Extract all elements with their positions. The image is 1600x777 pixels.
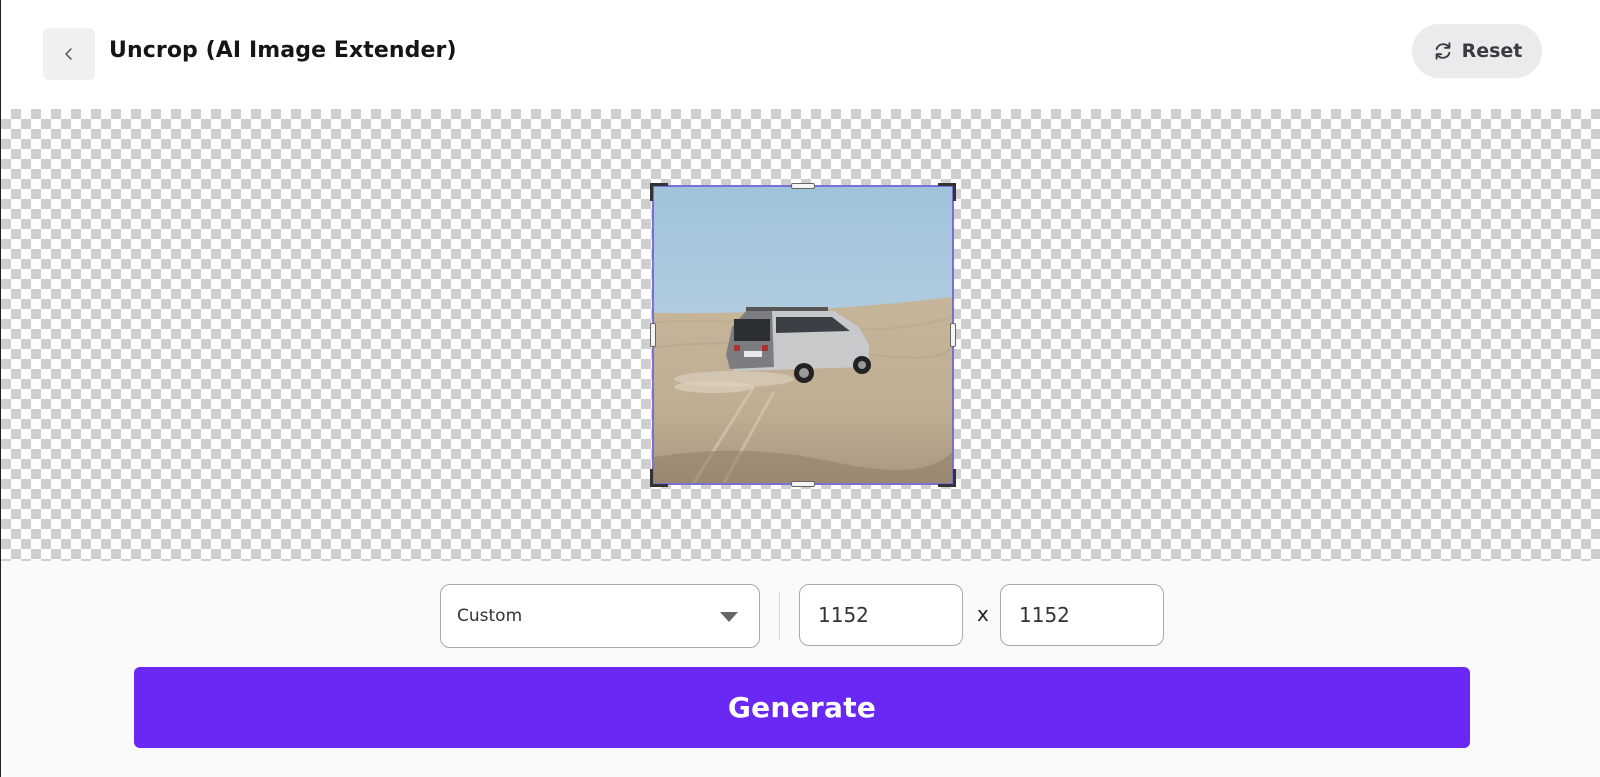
resize-handle-bottom-left[interactable] (650, 469, 668, 487)
generate-label: Generate (727, 691, 877, 724)
resize-handle-bottom-right[interactable] (938, 469, 956, 487)
transparent-canvas[interactable] (0, 109, 1600, 561)
aspect-ratio-value: Custom (457, 606, 523, 626)
height-input[interactable] (1000, 584, 1164, 646)
resize-handle-top-left[interactable] (650, 183, 668, 201)
chevron-left-icon (65, 48, 72, 60)
image-crop-frame[interactable] (650, 183, 956, 487)
back-button[interactable] (43, 28, 95, 80)
resize-handle-left[interactable] (650, 323, 656, 347)
resize-handle-top-right[interactable] (938, 183, 956, 201)
top-bar: Uncrop (AI Image Extender) Reset (0, 0, 1600, 109)
divider (779, 592, 780, 640)
resize-handle-bottom[interactable] (791, 481, 815, 487)
dimension-separator: x (977, 602, 989, 626)
reset-label: Reset (1461, 40, 1523, 62)
reset-button[interactable]: Reset (1412, 24, 1542, 78)
uploaded-image (654, 187, 952, 483)
page-title: Uncrop (AI Image Extender) (109, 38, 457, 63)
generate-button[interactable]: Generate (134, 667, 1470, 748)
width-input[interactable] (799, 584, 963, 646)
resize-handle-right[interactable] (950, 323, 956, 347)
caret-down-icon (720, 612, 738, 622)
aspect-ratio-select[interactable]: Custom (440, 584, 760, 648)
resize-handle-top[interactable] (791, 183, 815, 189)
size-controls: Custom x Generate (0, 561, 1600, 777)
refresh-icon (1435, 42, 1450, 60)
